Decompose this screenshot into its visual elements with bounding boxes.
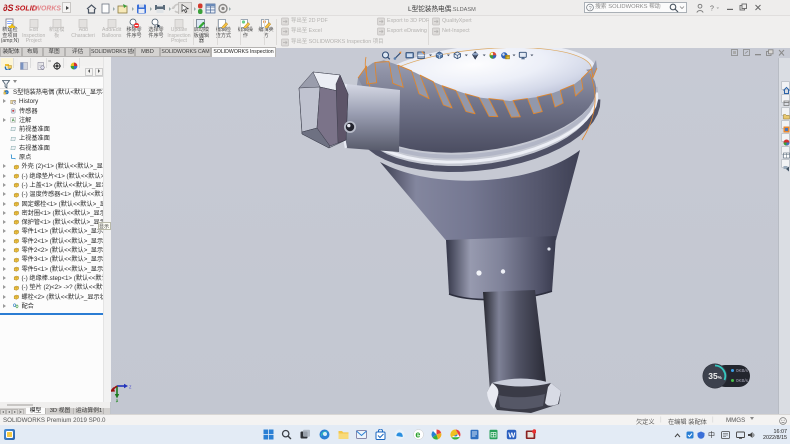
svg-text:?: ? [710,6,714,13]
svg-text:e: e [415,430,420,440]
svg-text:z: z [129,385,132,391]
svg-text:W: W [508,430,516,439]
svg-text:?: ? [589,6,592,12]
svg-text:∂S: ∂S [3,3,13,13]
svg-text:WORKS: WORKS [35,6,62,13]
